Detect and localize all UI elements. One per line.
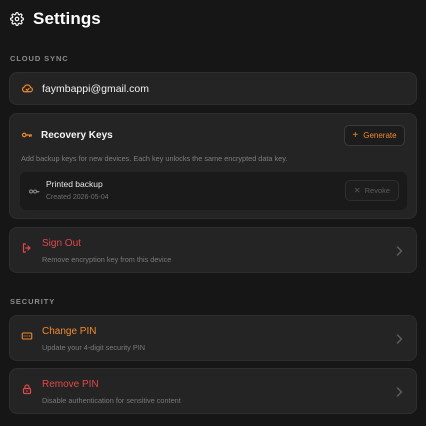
recovery-key-created-date: Created 2026-05-04 (46, 194, 109, 201)
section-label-security: SECURITY (10, 297, 56, 306)
page-title: Settings (33, 9, 101, 28)
pin-pad-icon (21, 332, 33, 340)
chevron-right-icon (396, 246, 403, 256)
gear-icon (10, 12, 24, 26)
sign-out-icon (22, 243, 31, 253)
change-pin-subtitle: Update your 4-digit security PIN (42, 343, 146, 352)
account-card: faymbappi@gmail.com (9, 72, 417, 105)
cloud-icon (22, 84, 33, 93)
lock-icon (22, 384, 32, 395)
key-pair-icon (29, 189, 40, 194)
recovery-keys-header: Recovery Keys (21, 129, 113, 141)
remove-pin-title: Remove PIN (42, 379, 99, 390)
sign-out-row[interactable]: Sign Out Remove encryption key from this… (9, 227, 417, 273)
recovery-key-name: Printed backup (46, 179, 103, 189)
revoke-key-button[interactable]: ✕ Revoke (345, 180, 399, 201)
recovery-key-item: Printed backup Created 2026-05-04 ✕ Revo… (20, 172, 407, 210)
chevron-right-icon (396, 334, 403, 344)
change-pin-row[interactable]: Change PIN Update your 4-digit security … (9, 315, 417, 361)
page-header: Settings (10, 6, 101, 32)
plus-icon: + (352, 129, 359, 141)
account-email: faymbappi@gmail.com (42, 82, 149, 95)
remove-pin-row[interactable]: Remove PIN Disable authentication for se… (9, 368, 417, 414)
chevron-right-icon (396, 387, 403, 397)
generate-key-button[interactable]: + Generate (344, 125, 405, 146)
generate-key-label: Generate (363, 131, 397, 140)
recovery-keys-description: Add backup keys for new devices. Each ke… (21, 154, 288, 163)
sign-out-subtitle: Remove encryption key from this device (42, 255, 172, 264)
recovery-keys-card: Recovery Keys + Generate Add backup keys… (9, 113, 417, 219)
recovery-keys-title: Recovery Keys (41, 129, 113, 141)
change-pin-title: Change PIN (42, 326, 97, 337)
section-label-cloud-sync: CLOUD SYNC (10, 54, 69, 63)
remove-pin-subtitle: Disable authentication for sensitive con… (42, 396, 181, 405)
sign-out-title: Sign Out (42, 238, 81, 249)
key-icon (21, 132, 33, 138)
close-icon: ✕ (353, 186, 361, 195)
revoke-key-label: Revoke (364, 186, 391, 195)
